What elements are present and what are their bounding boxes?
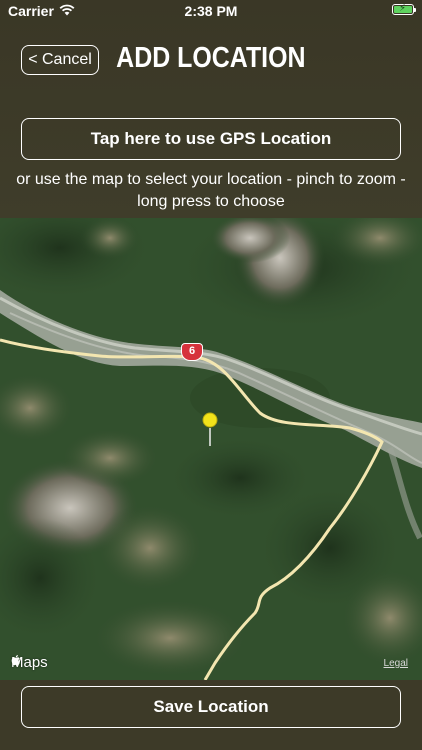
battery-icon: ⚡: [392, 3, 416, 15]
page-title: ADD LOCATION: [116, 42, 306, 74]
status-bar: Carrier 2:38 PM ⚡: [0, 0, 422, 22]
map-instructions: or use the map to select your location -…: [16, 171, 406, 210]
footer: Save Location: [0, 680, 422, 750]
satellite-map[interactable]: 6 Maps Legal: [0, 218, 422, 680]
apple-maps-logo: Maps: [11, 654, 48, 671]
location-pin-icon[interactable]: [202, 412, 218, 428]
save-location-button[interactable]: Save Location: [21, 686, 401, 728]
status-time: 2:38 PM: [184, 3, 238, 19]
legal-link[interactable]: Legal: [384, 658, 408, 669]
route-shield-badge: 6: [181, 343, 203, 361]
header: Carrier 2:38 PM ⚡ < Cancel ADD LOCATION …: [0, 0, 422, 218]
use-gps-location-button[interactable]: Tap here to use GPS Location: [21, 118, 401, 160]
map-imagery: [0, 218, 422, 680]
